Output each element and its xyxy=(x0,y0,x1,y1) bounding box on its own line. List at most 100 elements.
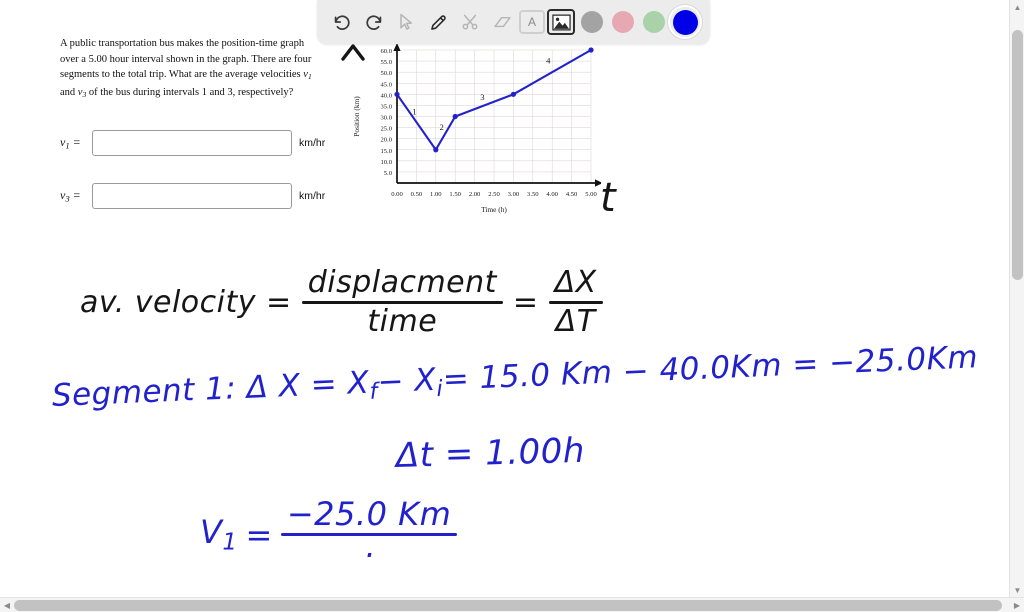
svg-text:10.0: 10.0 xyxy=(380,159,392,166)
swatch-blue-dot xyxy=(672,9,698,35)
answer-label-v3: v3 = xyxy=(60,188,81,204)
v3-input[interactable] xyxy=(92,183,292,209)
svg-text:15.0: 15.0 xyxy=(380,148,392,155)
app-root: A A public transportation bus makes the … xyxy=(0,0,1024,612)
vertical-scrollbar-thumb[interactable] xyxy=(1012,30,1023,280)
hw-formula-denominator-1: time xyxy=(367,304,438,339)
svg-text:3.50: 3.50 xyxy=(527,191,539,198)
svg-text:60.0: 60.0 xyxy=(380,48,392,55)
hw-segment-minus: − X xyxy=(376,361,437,401)
hw-formula-numerator-2: ΔX xyxy=(554,265,597,300)
problem-statement: A public transportation bus makes the po… xyxy=(60,36,318,103)
svg-text:1.00: 1.00 xyxy=(430,191,442,198)
scroll-left-arrow-icon[interactable]: ◀ xyxy=(0,598,14,612)
image-icon[interactable] xyxy=(547,9,575,35)
swatch-pink-dot xyxy=(611,11,634,33)
answer-row-v3: v3 = km/hr xyxy=(60,183,325,209)
svg-text:30.0: 30.0 xyxy=(380,115,392,122)
hw-segment-lead: Segment 1: Δ X = X xyxy=(51,364,370,414)
caret-annotation xyxy=(340,42,366,67)
hw-v1-denominator: · xyxy=(363,536,375,574)
v1-input[interactable] xyxy=(92,130,292,156)
svg-text:0.00: 0.00 xyxy=(391,191,403,198)
svg-text:4.50: 4.50 xyxy=(566,191,578,198)
scroll-down-arrow-icon[interactable]: ▼ xyxy=(1010,583,1024,597)
svg-text:2: 2 xyxy=(439,122,443,132)
problem-line-4b: of the bus during intervals 1 and 3, res… xyxy=(86,86,294,98)
problem-v1-sub: 1 xyxy=(307,72,312,82)
hw-formula-denominator-2: ΔT xyxy=(555,304,596,339)
horizontal-scrollbar[interactable]: ◀ ▶ xyxy=(0,597,1024,612)
svg-text:1: 1 xyxy=(412,106,416,116)
hw-segment-sub-f: f xyxy=(369,378,379,405)
swatch-pink[interactable] xyxy=(608,7,637,37)
swatch-gray[interactable] xyxy=(577,7,606,37)
cursor-icon[interactable] xyxy=(391,7,421,37)
svg-text:50.0: 50.0 xyxy=(380,70,392,77)
drawing-toolbar: A xyxy=(317,0,710,44)
hw-formula-equals: = xyxy=(512,285,539,320)
hw-fraction-bar-1 xyxy=(301,301,503,304)
problem-line-1: A public transportation bus makes the po… xyxy=(60,38,305,49)
svg-text:2.50: 2.50 xyxy=(488,191,500,198)
svg-text:45.0: 45.0 xyxy=(380,81,392,88)
scissors-icon[interactable] xyxy=(455,7,485,37)
svg-text:5.0: 5.0 xyxy=(384,170,393,177)
svg-text:Position (km): Position (km) xyxy=(352,96,361,137)
swatch-green[interactable] xyxy=(639,7,668,37)
hw-formula-lhs: av. velocity = xyxy=(80,285,292,320)
eraser-icon[interactable] xyxy=(487,7,517,37)
chart-svg: 5.0 10.0 15.0 20.0 25.0 30.0 35.0 40.0 45.0 50.0 5… xyxy=(352,43,601,214)
scroll-up-arrow-icon[interactable]: ▲ xyxy=(1010,0,1024,14)
svg-text:35.0: 35.0 xyxy=(380,103,392,110)
hw-formula-fraction-1: displacment time xyxy=(301,265,503,339)
handwriting-line-delta-t: Δt = 1.00h xyxy=(395,431,585,476)
hw-formula-fraction-2: ΔX ΔT xyxy=(548,265,603,339)
handwriting-line-v1-result: V1 = −25.0 Km · xyxy=(200,495,458,574)
hw-v1-fraction: −25.0 Km · xyxy=(280,495,458,574)
text-icon-glyph: A xyxy=(527,15,536,29)
hw-fraction-bar-2 xyxy=(548,301,603,304)
swatch-blue[interactable] xyxy=(670,7,700,37)
hw-v1-equals: = xyxy=(245,515,273,554)
swatch-green-dot xyxy=(642,11,665,33)
v1-unit: km/hr xyxy=(299,137,326,149)
hw-formula-numerator-1: displacment xyxy=(307,265,497,300)
svg-text:25.0: 25.0 xyxy=(380,126,392,133)
horizontal-scrollbar-thumb[interactable] xyxy=(14,600,1002,611)
svg-text:55.0: 55.0 xyxy=(380,59,392,66)
hw-v1-var: V1 xyxy=(200,513,238,556)
svg-text:3: 3 xyxy=(480,92,484,102)
redo-icon[interactable] xyxy=(359,7,389,37)
svg-text:40.0: 40.0 xyxy=(380,92,392,99)
svg-text:0.50: 0.50 xyxy=(411,191,423,198)
hw-v1-fraction-bar xyxy=(280,533,458,536)
svg-text:3.00: 3.00 xyxy=(508,191,520,198)
hw-v1-numerator: −25.0 Km xyxy=(286,495,452,533)
answer-row-v1: v1 = km/hr xyxy=(60,130,325,156)
position-time-graph: 5.0 10.0 15.0 20.0 25.0 30.0 35.0 40.0 45.0 50.0 5… xyxy=(335,40,601,216)
v3-unit: km/hr xyxy=(299,190,326,202)
problem-line-2: over a 5.00 hour interval shown in the g… xyxy=(60,53,312,65)
svg-text:1.50: 1.50 xyxy=(449,191,461,198)
svg-text:Time (h): Time (h) xyxy=(481,205,507,214)
handwriting-line-formula: av. velocity = displacment time = ΔX ΔT xyxy=(80,268,603,337)
problem-line-4a: and xyxy=(60,86,78,98)
svg-text:4.00: 4.00 xyxy=(546,191,558,198)
vertical-scrollbar[interactable]: ▲ ▼ xyxy=(1009,0,1024,597)
svg-text:5.00: 5.00 xyxy=(585,191,597,198)
svg-text:4: 4 xyxy=(546,55,551,65)
text-icon[interactable]: A xyxy=(519,10,545,34)
problem-line-3: segments to the total trip. What are the… xyxy=(60,69,304,81)
answer-label-v1: v1 = xyxy=(60,135,81,151)
handwriting-line-segment1: Segment 1: Δ X = Xf− Xi= 15.0 Km − 40.0K… xyxy=(51,339,979,418)
svg-text:2.00: 2.00 xyxy=(469,191,481,198)
swatch-gray-dot xyxy=(580,11,603,33)
hw-segment-rest: = 15.0 Km − 40.0Km = −25.0Km xyxy=(442,339,979,398)
undo-icon[interactable] xyxy=(327,7,357,37)
svg-text:20.0: 20.0 xyxy=(380,137,392,144)
scroll-right-arrow-icon[interactable]: ▶ xyxy=(1010,598,1024,612)
hw-segment-sub-i: i xyxy=(435,375,444,403)
t-annotation: t xyxy=(600,175,616,221)
pencil-icon[interactable] xyxy=(423,7,453,37)
